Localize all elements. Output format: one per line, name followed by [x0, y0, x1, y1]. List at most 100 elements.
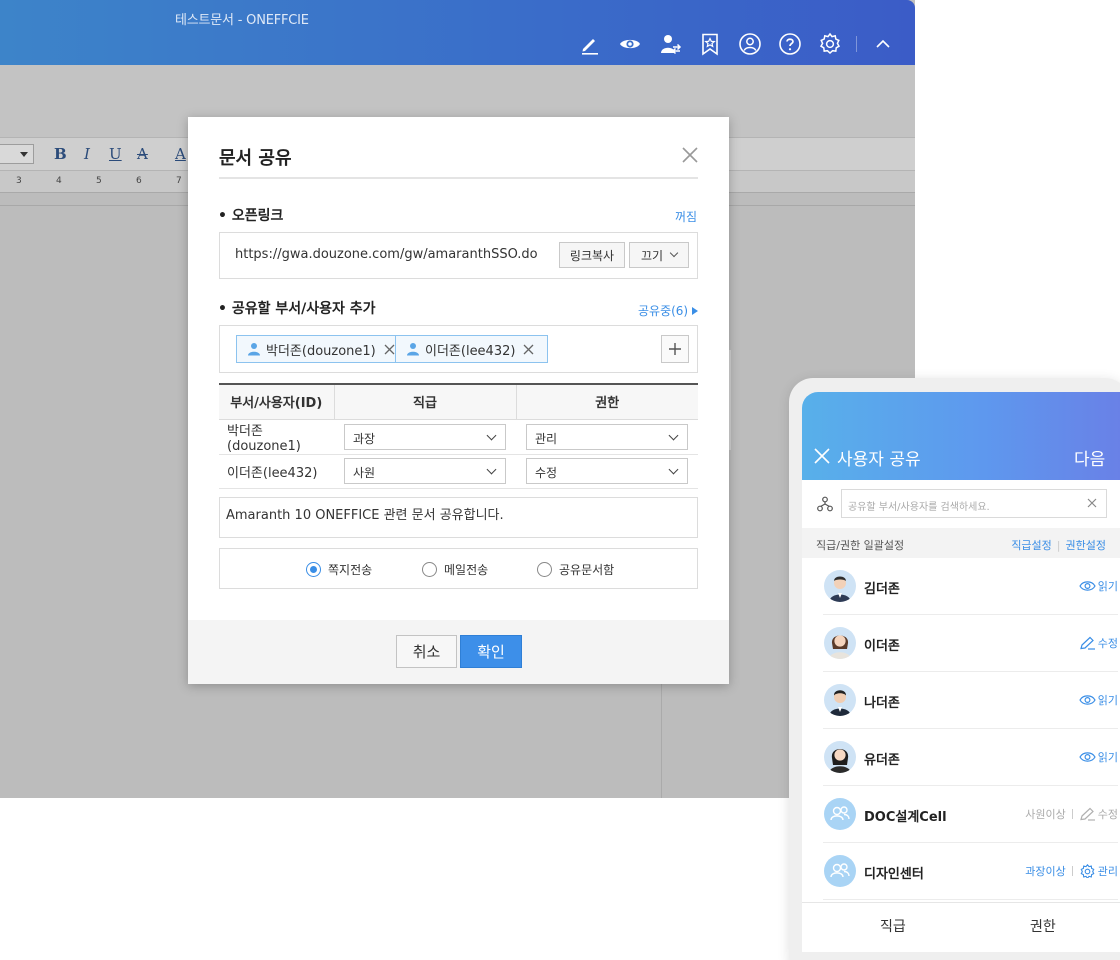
radio-label: 쪽지전송	[328, 563, 373, 577]
rank-select[interactable]: 과장	[344, 423, 506, 450]
italic-button[interactable]: I	[84, 145, 90, 163]
rank-setting-link[interactable]: 직급설정	[1011, 539, 1051, 552]
underline-button[interactable]: U	[109, 145, 122, 163]
mobile-bottom-tabs: 직급 권한	[802, 902, 1120, 952]
divider	[1071, 866, 1073, 876]
copy-link-button[interactable]: 링크복사	[559, 242, 625, 268]
permission-button[interactable]: 과장이상 관리	[1025, 863, 1118, 879]
edit-icon[interactable]	[570, 30, 610, 58]
user-icon	[407, 343, 419, 356]
list-item[interactable]: 김더존 읽기	[823, 558, 1118, 615]
bulk-settings-bar: 직급/권한 일괄설정 직급설정 | 권한설정	[802, 528, 1120, 558]
list-item[interactable]: 이더존 수정	[823, 615, 1118, 672]
add-user-button[interactable]	[661, 335, 689, 363]
permission-button[interactable]: 읽기	[1079, 692, 1118, 708]
plus-icon	[669, 343, 681, 355]
next-button[interactable]: 다음	[1074, 445, 1105, 470]
account-icon[interactable]	[730, 30, 770, 58]
permission-button[interactable]: 읽기	[1079, 578, 1118, 594]
sharing-count-label: 공유중(6)	[638, 304, 689, 318]
list-item[interactable]: 나더존 읽기	[823, 672, 1118, 729]
permission-select[interactable]: 수정	[526, 458, 688, 484]
bulk-settings-links: 직급설정 | 권한설정	[1011, 539, 1106, 552]
user-share-icon[interactable]	[650, 30, 690, 58]
permission-label: 관리	[1097, 865, 1118, 878]
radio-label: 메일전송	[444, 563, 489, 577]
bold-button[interactable]: B	[54, 145, 67, 163]
font-size-select[interactable]	[0, 144, 34, 164]
tab-rank[interactable]: 직급	[880, 916, 906, 936]
column-header: 부서/사용자(ID)	[219, 383, 334, 420]
remove-icon[interactable]	[523, 344, 534, 355]
permission-button[interactable]: 수정	[1079, 635, 1118, 651]
radio-note[interactable]: 쪽지전송	[306, 561, 372, 578]
group-name: DOC설계Cell	[864, 810, 947, 825]
mobile-search-input[interactable]: 공유할 부서/사용자를 검색하세요.	[841, 489, 1107, 518]
open-link-url[interactable]: https://gwa.douzone.com/gw/amaranthSSO.d…	[235, 247, 538, 262]
mobile-screen: 사용자 공유 다음 공유할 부서/사용자를 검색하세요. 직급/권한 일괄설정 …	[802, 392, 1120, 952]
radio-button[interactable]	[537, 562, 552, 577]
rank-select[interactable]: 사원	[344, 458, 506, 484]
permission-label: 수정	[1097, 808, 1118, 821]
radio-shared-box[interactable]: 공유문서함	[537, 561, 614, 578]
mobile-search-row: 공유할 부서/사용자를 검색하세요.	[802, 480, 1120, 528]
clear-icon[interactable]	[1087, 498, 1097, 508]
permission-select[interactable]: 관리	[526, 423, 688, 450]
close-icon[interactable]	[680, 145, 700, 165]
mobile-frame: 사용자 공유 다음 공유할 부서/사용자를 검색하세요. 직급/권한 일괄설정 …	[789, 378, 1120, 960]
remove-icon[interactable]	[384, 344, 395, 355]
share-dialog: 문서 공유 • 오픈링크 꺼짐 https://gwa.douzone.com/…	[188, 117, 729, 684]
mobile-title: 사용자 공유	[837, 450, 921, 470]
collapse-icon[interactable]	[863, 30, 903, 58]
close-icon[interactable]	[814, 448, 830, 464]
help-icon[interactable]	[770, 30, 810, 58]
org-chart-icon[interactable]	[817, 496, 833, 512]
settings-icon[interactable]	[810, 30, 850, 58]
user-cell: 이더존(lee432)	[219, 454, 334, 489]
user-chip-label: 이더존(lee432)	[425, 343, 516, 359]
mobile-user-list: 김더존 읽기 이더존 수정 나더존 읽기 유더존 읽기 DOC설계Cell 사원…	[802, 558, 1120, 900]
font-color-button[interactable]: A	[175, 145, 186, 163]
sharing-count-link[interactable]: 공유중(6)	[638, 302, 699, 319]
ruler-number: 5	[96, 176, 102, 186]
list-item[interactable]: 디자인센터 과장이상 관리	[823, 843, 1118, 900]
strikethrough-button[interactable]: A	[137, 145, 148, 163]
tab-permission[interactable]: 권한	[1030, 916, 1056, 936]
permission-setting-link[interactable]: 권한설정	[1066, 539, 1106, 552]
user-name: 이더존	[864, 639, 900, 654]
title-bar: 테스트문서 - ONEFFCIE	[0, 0, 915, 65]
group-name: 디자인센터	[864, 867, 924, 882]
confirm-button[interactable]: 확인	[460, 635, 522, 668]
list-item[interactable]: DOC설계Cell 사원이상 수정	[823, 786, 1118, 843]
chevron-down-icon	[669, 248, 679, 258]
send-option-group: 쪽지전송 메일전송 공유문서함	[219, 548, 698, 589]
radio-button[interactable]	[422, 562, 437, 577]
caret-right-icon	[692, 306, 699, 315]
avatar	[824, 684, 856, 716]
radio-mail[interactable]: 메일전송	[422, 561, 488, 578]
share-add-heading: • 공유할 부서/사용자 추가	[218, 301, 376, 317]
cancel-button[interactable]: 취소	[396, 635, 457, 668]
pencil-icon	[1079, 636, 1095, 650]
dialog-title: 문서 공유	[219, 148, 292, 169]
message-textarea[interactable]: Amaranth 10 ONEFFICE 관련 문서 공유합니다.	[219, 497, 698, 538]
window-title: 테스트문서 - ONEFFCIE	[175, 13, 309, 28]
link-off-label: 끄기	[640, 248, 664, 263]
user-name: 김더존	[864, 582, 900, 597]
rank-level-label: 사원이상	[1025, 808, 1066, 821]
title-toolbar	[570, 30, 903, 58]
ruler-number: 7	[176, 176, 182, 186]
permission-button[interactable]: 읽기	[1079, 749, 1118, 765]
list-item[interactable]: 유더존 읽기	[823, 729, 1118, 786]
share-target-box: 박더존(douzone1) 이더존(lee432)	[219, 325, 698, 373]
open-link-status[interactable]: 꺼짐	[675, 208, 697, 225]
link-off-select[interactable]: 끄기	[629, 242, 689, 268]
user-chip[interactable]: 박더존(douzone1)	[236, 335, 409, 363]
bookmark-icon[interactable]	[690, 30, 730, 58]
permission-button[interactable]: 사원이상 수정	[1025, 806, 1118, 822]
radio-button[interactable]	[306, 562, 321, 577]
eye-icon	[1079, 752, 1096, 762]
eye-icon	[1079, 695, 1096, 705]
eye-icon[interactable]	[610, 30, 650, 58]
user-chip[interactable]: 이더존(lee432)	[395, 335, 549, 363]
